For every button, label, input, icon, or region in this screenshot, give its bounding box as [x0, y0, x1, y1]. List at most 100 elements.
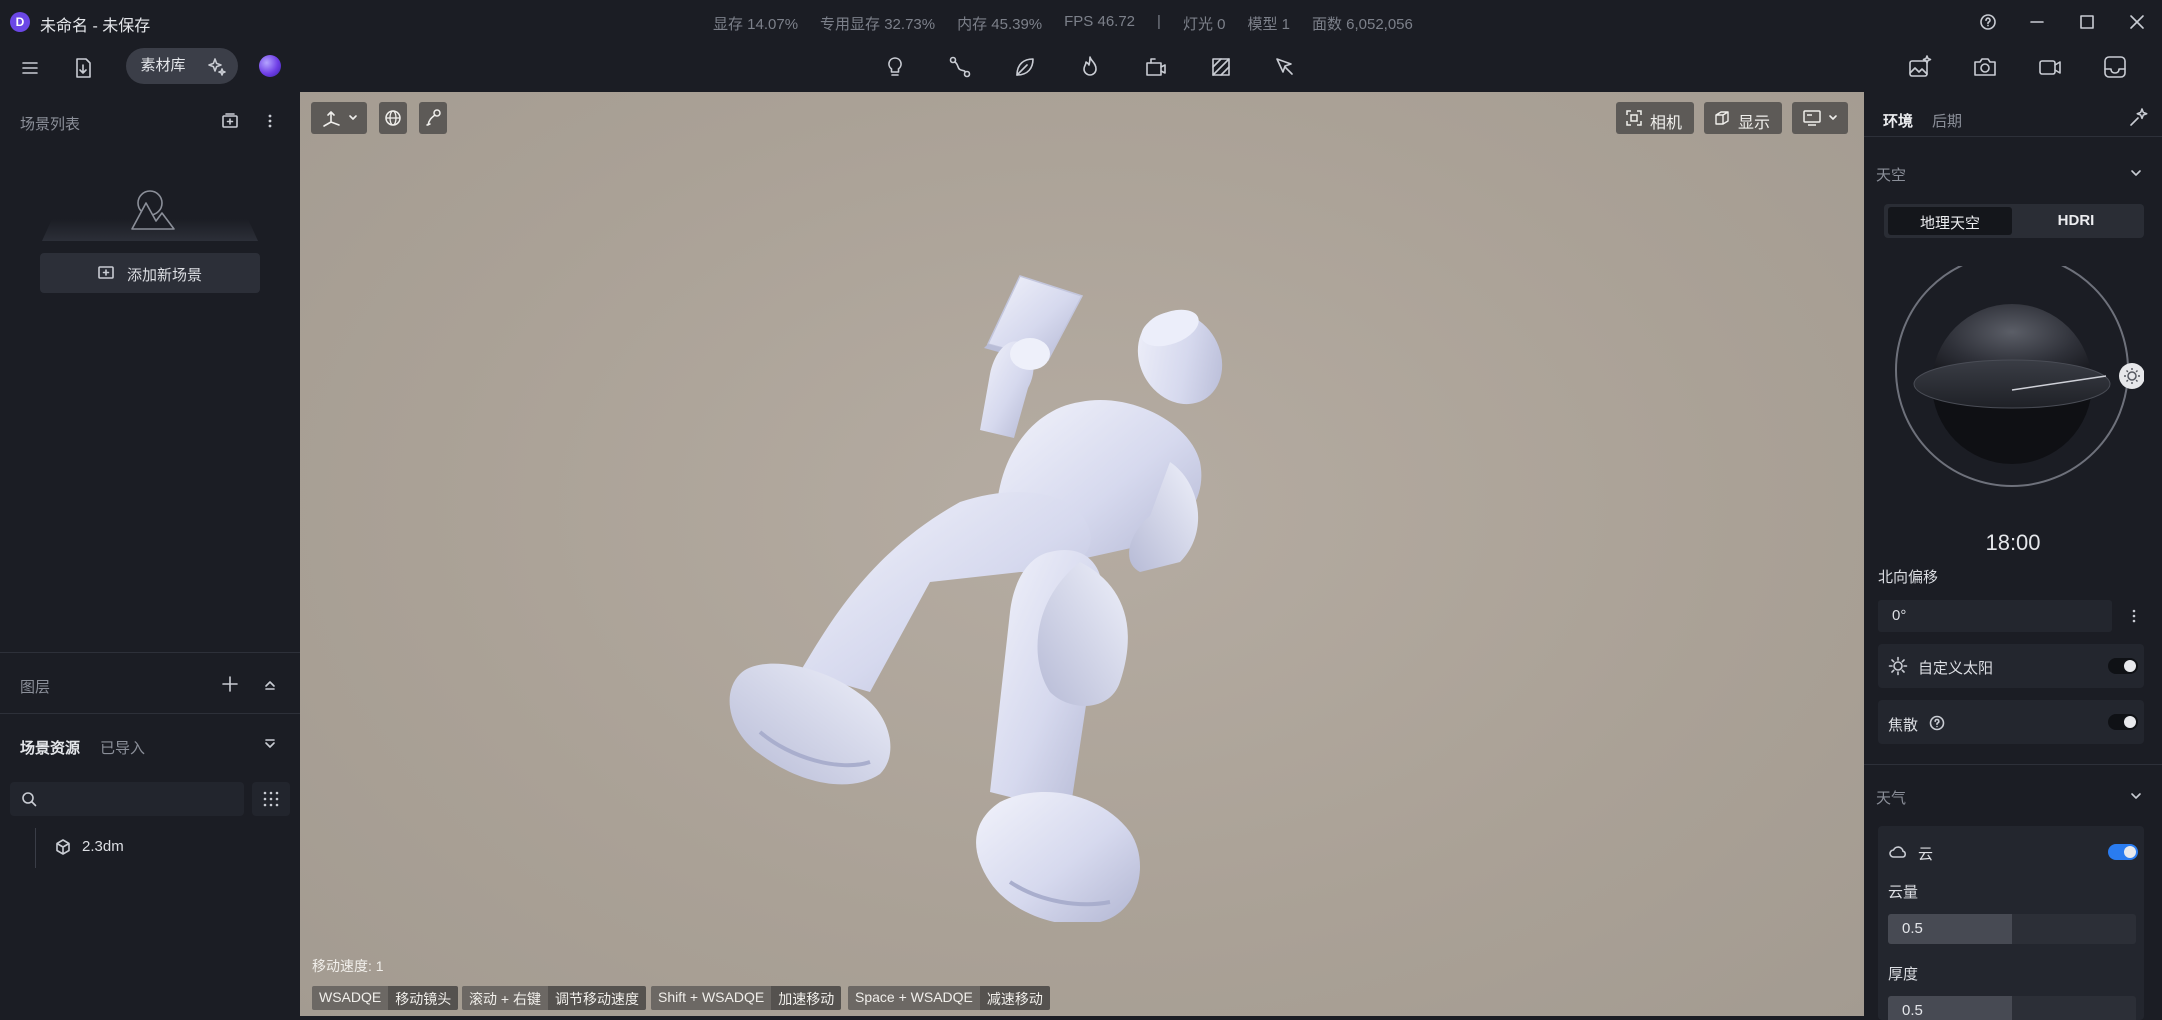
more-vertical-icon[interactable] — [262, 111, 278, 131]
cube-icon — [54, 838, 72, 856]
add-scene-icon[interactable] — [220, 111, 240, 131]
caustics-label: 焦散 — [1888, 717, 1919, 734]
display-menu-label: 显示 — [1738, 115, 1771, 132]
shortcut-desc: 移动镜头 — [388, 986, 459, 1010]
bulb-icon[interactable] — [882, 54, 908, 80]
camera-icon[interactable] — [1971, 53, 1999, 81]
weather-section-title[interactable]: 天气 — [1876, 787, 1906, 808]
close-icon[interactable] — [2126, 11, 2148, 33]
divider — [0, 713, 300, 714]
more-vertical-icon[interactable] — [2124, 600, 2144, 632]
stat-dedicated-vram: 专用显存 32.73% — [820, 16, 936, 33]
add-new-scene-label[interactable]: 添加新场景 — [127, 264, 202, 285]
caustics-toggle[interactable] — [2108, 714, 2138, 730]
ai-sparkle-icon[interactable] — [2128, 106, 2150, 128]
shortcut-desc: 加速移动 — [771, 986, 842, 1010]
search-icon — [20, 790, 38, 808]
chevron-down-icon[interactable] — [2128, 165, 2144, 181]
shortcut-key: 滚动 + 右键 — [462, 986, 548, 1010]
custom-sun-label: 自定义太阳 — [1918, 660, 1994, 677]
shortcut-desc: 调节移动速度 — [547, 986, 646, 1010]
ai-assistant-orb[interactable] — [259, 55, 281, 77]
cloud-amount-value[interactable]: 0.5 — [1902, 920, 1923, 937]
3d-model-figure[interactable] — [700, 262, 1300, 922]
performance-stats: 显存 14.07% 专用显存 32.73% 内存 45.39% FPS 46.7… — [713, 13, 1413, 34]
cursor-pen-icon[interactable] — [1272, 54, 1298, 80]
stat-lights: 灯光 0 — [1182, 16, 1226, 33]
north-offset-label: 北向偏移 — [1878, 569, 1939, 586]
video-icon[interactable] — [2036, 53, 2064, 81]
menu-icon[interactable] — [18, 56, 42, 80]
view-layout-dropdown[interactable] — [1792, 102, 1848, 134]
chevron-down-icon[interactable] — [2128, 788, 2144, 804]
sky-section-title[interactable]: 天空 — [1876, 164, 1906, 185]
camera-mount-icon[interactable] — [1143, 54, 1169, 80]
tab-environment[interactable]: 环境 — [1883, 110, 1913, 131]
custom-sun-toggle[interactable] — [2108, 658, 2138, 674]
hatch-icon[interactable] — [1208, 54, 1234, 80]
render-icon[interactable] — [2101, 53, 2129, 81]
north-offset-input[interactable] — [1878, 600, 2112, 632]
divider — [0, 652, 300, 653]
divider — [1864, 764, 2162, 765]
globe-icon[interactable] — [379, 102, 407, 134]
shortcut-key: WSADQE — [312, 986, 389, 1010]
leaf-icon[interactable] — [1012, 54, 1038, 80]
camera-menu-button[interactable]: 相机 — [1616, 102, 1694, 134]
minimize-icon[interactable] — [2026, 11, 2048, 33]
help-icon[interactable] — [1977, 11, 1999, 33]
stat-fps: FPS 46.72 — [1064, 13, 1136, 30]
cloud-label: 云 — [1918, 846, 1934, 863]
thickness-value[interactable]: 0.5 — [1902, 1002, 1923, 1019]
stat-vram: 显存 14.07% — [713, 16, 799, 33]
geo-sky-label[interactable]: 地理天空 — [1888, 212, 2012, 233]
image-magic-icon[interactable] — [1906, 53, 1934, 81]
move-speed-label: 移动速度: 1 — [312, 958, 384, 974]
collapse-icon[interactable] — [262, 676, 278, 692]
cloud-toggle[interactable] — [2108, 844, 2138, 860]
ai-sparkle-icon[interactable] — [206, 56, 228, 78]
grid-view-button[interactable] — [252, 782, 290, 816]
shortcut-hint: Space + WSADQE 减速移动 — [848, 986, 1050, 1010]
path-icon[interactable] — [947, 54, 973, 80]
window-title: 未命名 - 未保存 — [40, 18, 151, 35]
tab-scene-assets[interactable]: 场景资源 — [20, 737, 80, 758]
toggle-knob — [2124, 846, 2136, 858]
stat-separator: | — [1157, 13, 1161, 30]
add-layer-icon[interactable] — [220, 674, 240, 694]
shortcut-hint: Shift + WSADQE 加速移动 — [651, 986, 842, 1010]
stat-models: 模型 1 — [1247, 16, 1290, 33]
add-scene-icon — [97, 264, 115, 282]
cloud-amount-label: 云量 — [1888, 884, 1919, 901]
help-icon[interactable] — [1928, 714, 1946, 732]
shortcut-hint: 滚动 + 右键 调节移动速度 — [462, 986, 646, 1010]
fire-icon[interactable] — [1077, 54, 1103, 80]
sun-position-dial[interactable] — [1890, 266, 2144, 514]
import-file-icon[interactable] — [70, 55, 96, 81]
expand-icon[interactable] — [262, 737, 278, 753]
layers-title: 图层 — [20, 679, 51, 696]
sun-icon — [1888, 656, 1908, 676]
shortcut-key: Shift + WSADQE — [651, 986, 772, 1010]
north-offset-value[interactable]: 0° — [1892, 607, 1906, 624]
maximize-icon[interactable] — [2076, 11, 2098, 33]
transform-gizmo-dropdown[interactable] — [311, 102, 367, 134]
cloud-icon — [1888, 842, 1908, 860]
toggle-knob — [2124, 716, 2136, 728]
hdri-option[interactable]: HDRI — [2012, 212, 2140, 229]
asset-search-input[interactable] — [10, 782, 244, 816]
display-menu-button[interactable]: 显示 — [1704, 102, 1782, 134]
tab-post-processing[interactable]: 后期 — [1932, 110, 1962, 131]
stat-faces: 面数 6,052,056 — [1311, 16, 1413, 33]
route-icon[interactable] — [419, 102, 447, 134]
tree-guide-line — [35, 828, 36, 868]
empty-scene-illustration — [40, 185, 260, 245]
tab-imported[interactable]: 已导入 — [100, 737, 145, 758]
thickness-label: 厚度 — [1888, 966, 1919, 983]
asset-item[interactable]: 2.3dm — [82, 838, 124, 855]
scene-list-title: 场景列表 — [20, 116, 81, 133]
shortcut-hint: WSADQE 移动镜头 — [312, 986, 459, 1010]
shortcut-desc: 减速移动 — [979, 986, 1050, 1010]
library-button[interactable]: 素材库 — [126, 48, 200, 84]
shortcut-key: Space + WSADQE — [848, 986, 980, 1010]
